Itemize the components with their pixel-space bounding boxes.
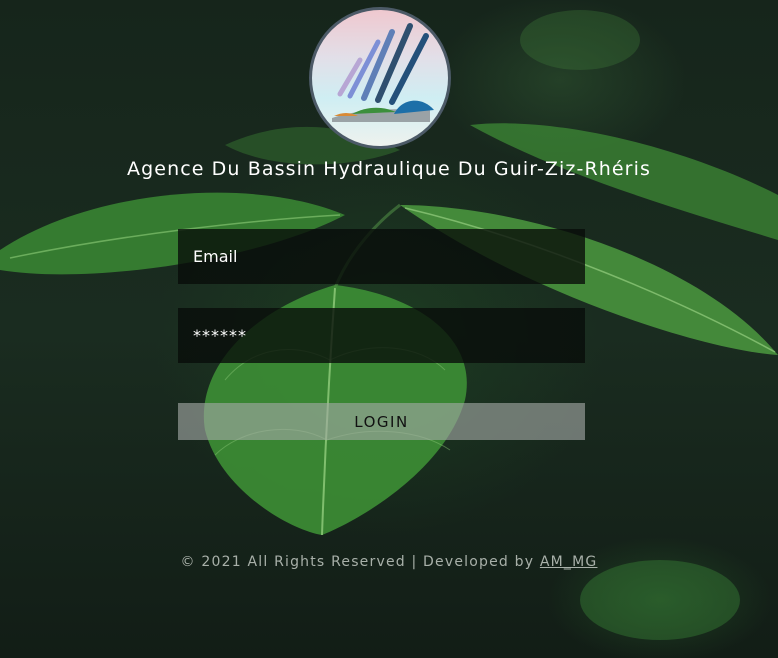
login-button[interactable]: LOGIN: [178, 403, 585, 440]
email-input[interactable]: Email: [178, 229, 585, 284]
page-title: Agence Du Bassin Hydraulique Du Guir-Ziz…: [127, 158, 651, 180]
password-input[interactable]: ******: [178, 308, 585, 363]
developer-link[interactable]: AM_MG: [540, 554, 598, 570]
footer-text: © 2021 All Rights Reserved | Developed b…: [180, 554, 535, 570]
footer: © 2021 All Rights Reserved | Developed b…: [0, 554, 778, 570]
logo-emblem: [309, 7, 451, 149]
